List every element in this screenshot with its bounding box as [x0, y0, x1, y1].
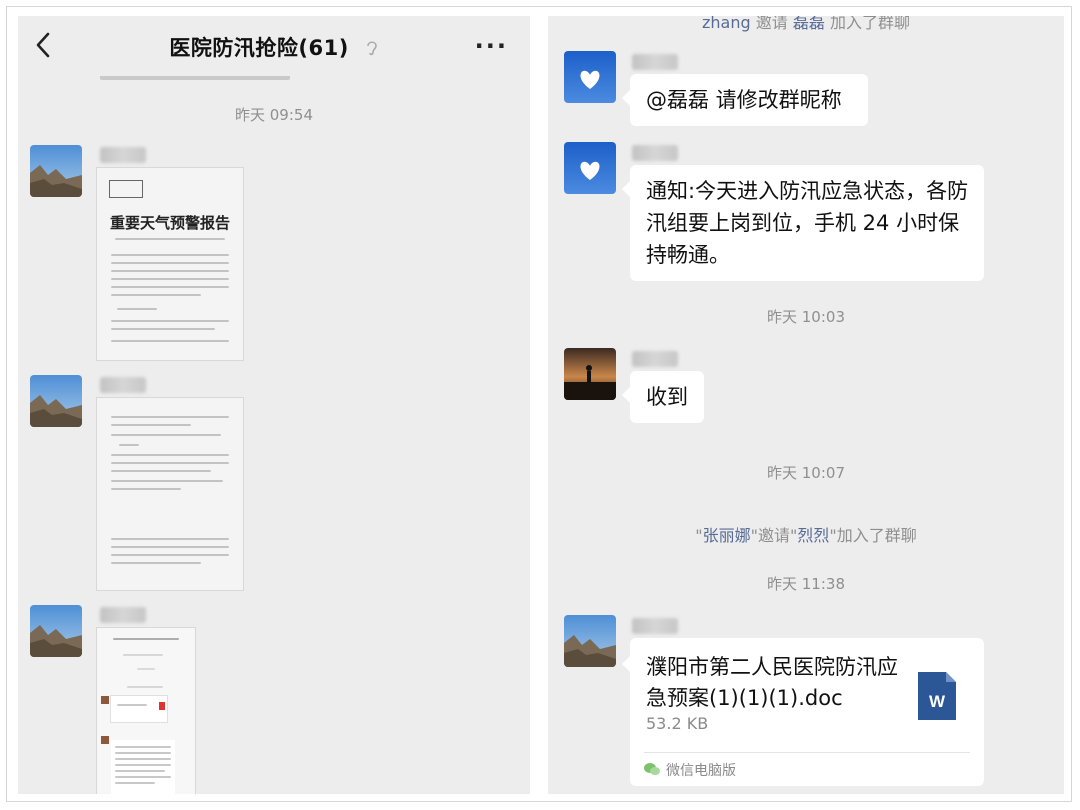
mountain-avatar-icon	[564, 615, 616, 667]
timestamp: 昨天 10:07	[767, 464, 845, 482]
sender-name-blurred	[100, 147, 146, 163]
image-message-report-page2[interactable]	[97, 398, 243, 590]
avatar[interactable]	[564, 142, 616, 194]
avatar[interactable]	[30, 605, 82, 657]
word-doc-icon: W	[918, 672, 956, 720]
system-message-invite: "张丽娜"邀请"烈烈"加入了群聊	[695, 526, 917, 545]
file-message-card[interactable]: 濮阳市第二人民医院防汛应急预案(1)(1)(1).doc 53.2 KB W 微…	[622, 638, 984, 786]
mountain-avatar-icon	[30, 605, 82, 657]
text-message-notice[interactable]: 通知:今天进入防汛应急状态，各防汛组要上岗到位，手机 24 小时保持畅通。	[622, 165, 984, 281]
timestamp: 昨天 11:38	[767, 575, 845, 593]
text-message[interactable]: 收到	[622, 371, 704, 423]
avatar[interactable]	[30, 145, 82, 197]
sender-name-blurred	[100, 607, 146, 623]
sender-name-blurred	[100, 377, 146, 393]
sender-name-blurred	[632, 618, 678, 634]
heart-cloud-avatar-icon	[564, 142, 616, 194]
sender-name-blurred	[632, 351, 678, 367]
more-dots-icon[interactable]: ···	[475, 34, 508, 58]
doc-stamp-box	[109, 180, 143, 198]
ear-icon	[366, 41, 377, 56]
file-source-label: 微信电脑版	[666, 763, 736, 779]
avatar[interactable]	[564, 51, 616, 103]
mountain-avatar-icon	[30, 375, 82, 427]
avatar[interactable]	[564, 348, 616, 400]
file-name: 濮阳市第二人民医院防汛应急预案(1)(1)(1).doc	[646, 655, 898, 710]
previous-message-edge	[100, 76, 290, 80]
heart-cloud-avatar-icon	[564, 51, 616, 103]
system-message-partial: zhang 邀请 磊磊 加入了群聊	[702, 16, 910, 32]
chat-header: 医院防汛抢险(61) ···	[18, 16, 530, 76]
doc-heading: 重要天气预警报告	[109, 214, 230, 232]
image-message-chat-screenshot[interactable]	[97, 628, 195, 794]
timestamp: 昨天 10:03	[767, 308, 845, 326]
wechat-icon	[644, 763, 660, 775]
sender-name-blurred	[632, 54, 678, 70]
image-message-report[interactable]: 重要天气预警报告	[97, 168, 243, 360]
chat-panel-left[interactable]: 医院防汛抢险(61) ··· 昨天 09:54 重要天气预警报告	[18, 16, 530, 794]
svg-text:W: W	[929, 692, 946, 711]
text-message[interactable]: @磊磊 请修改群昵称	[622, 74, 868, 126]
file-size: 53.2 KB	[646, 714, 709, 733]
sender-name-blurred	[632, 145, 678, 161]
sunset-avatar-icon	[564, 348, 616, 400]
mountain-avatar-icon	[30, 145, 82, 197]
chat-panel-right[interactable]: zhang 邀请 磊磊 加入了群聊 @磊磊 请修改群昵称 通知:今天进入防汛应急…	[548, 16, 1064, 794]
chat-title: 医院防汛抢险(61)	[18, 32, 530, 62]
avatar[interactable]	[30, 375, 82, 427]
timestamp: 昨天 09:54	[235, 106, 313, 124]
avatar[interactable]	[564, 615, 616, 667]
divider	[644, 752, 970, 753]
